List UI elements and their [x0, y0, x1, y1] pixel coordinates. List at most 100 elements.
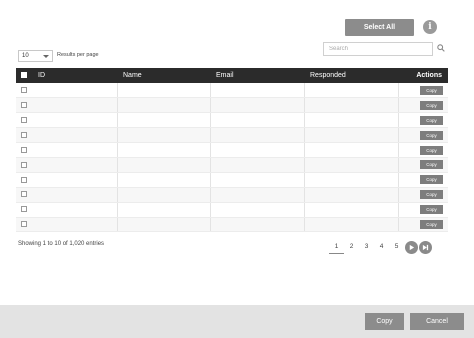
cell-id	[32, 157, 118, 173]
cell-actions: Copy	[398, 217, 448, 233]
table-row: Copy	[16, 202, 448, 218]
cell-actions: Copy	[398, 97, 448, 114]
row-checkbox-cell[interactable]	[16, 127, 32, 144]
cell-name	[117, 83, 211, 99]
cell-actions: Copy	[398, 157, 448, 173]
row-checkbox[interactable]	[21, 221, 27, 228]
page-3[interactable]: 3	[359, 240, 374, 254]
cell-responded	[304, 157, 399, 173]
column-header-id[interactable]: ID	[32, 68, 117, 83]
page-2[interactable]: 2	[344, 240, 359, 254]
cell-id	[32, 202, 118, 218]
data-table: ID Name Email Responded Actions Copy Copy…	[16, 68, 448, 233]
cancel-button[interactable]: Cancel	[410, 313, 464, 330]
pagination: 1 2 3 4 5	[329, 239, 432, 255]
cell-responded	[304, 83, 399, 99]
search-icon[interactable]	[437, 44, 445, 52]
table-row: Copy	[16, 172, 448, 188]
cell-responded	[304, 97, 399, 114]
cell-actions: Copy	[398, 83, 448, 99]
row-checkbox-cell[interactable]	[16, 112, 32, 129]
per-page-value: 10	[22, 53, 29, 59]
row-copy-button[interactable]: Copy	[420, 130, 443, 140]
entries-info: Showing 1 to 10 of 1,020 entries	[18, 241, 105, 247]
row-copy-button[interactable]: Copy	[420, 175, 443, 185]
cell-responded	[304, 187, 399, 203]
last-page-icon[interactable]	[419, 240, 432, 254]
row-checkbox[interactable]	[21, 191, 27, 198]
row-checkbox-cell[interactable]	[16, 217, 32, 233]
row-checkbox-cell[interactable]	[16, 97, 32, 114]
row-checkbox[interactable]	[21, 116, 27, 123]
row-copy-button[interactable]: Copy	[420, 85, 443, 95]
results-per-page-select[interactable]: 10	[18, 50, 53, 62]
table-row: Copy	[16, 97, 448, 114]
cell-email	[210, 157, 305, 173]
row-copy-button[interactable]: Copy	[420, 190, 443, 200]
row-checkbox[interactable]	[21, 131, 27, 138]
cell-responded	[304, 142, 399, 158]
table-row: Copy	[16, 217, 448, 233]
cell-responded	[304, 127, 399, 144]
table-row: Copy	[16, 187, 448, 203]
select-all-button[interactable]: Select All	[345, 19, 414, 36]
cell-email	[210, 217, 305, 233]
table-row: Copy	[16, 112, 448, 129]
cell-id	[32, 112, 118, 129]
cell-actions: Copy	[398, 112, 448, 129]
page-1[interactable]: 1	[329, 240, 344, 254]
cell-actions: Copy	[398, 202, 448, 218]
row-checkbox[interactable]	[21, 206, 27, 213]
cell-id	[32, 142, 118, 158]
next-page-icon[interactable]	[405, 240, 418, 254]
chevron-down-icon	[43, 55, 49, 58]
page-4[interactable]: 4	[374, 240, 389, 254]
row-checkbox-cell[interactable]	[16, 142, 32, 158]
table-row: Copy	[16, 142, 448, 158]
cell-email	[210, 172, 305, 188]
row-checkbox-cell[interactable]	[16, 202, 32, 218]
row-checkbox[interactable]	[21, 161, 27, 168]
row-checkbox[interactable]	[21, 146, 27, 153]
row-copy-button[interactable]: Copy	[420, 160, 443, 170]
page-5[interactable]: 5	[389, 240, 404, 254]
column-header-name[interactable]: Name	[117, 68, 210, 83]
table-row: Copy	[16, 157, 448, 173]
row-checkbox[interactable]	[21, 102, 27, 109]
copy-button[interactable]: Copy	[365, 313, 404, 330]
cell-name	[117, 127, 211, 144]
column-header-responded[interactable]: Responded	[304, 68, 398, 83]
row-checkbox-cell[interactable]	[16, 157, 32, 173]
row-copy-button[interactable]: Copy	[420, 205, 443, 215]
cell-name	[117, 157, 211, 173]
cell-name	[117, 172, 211, 188]
row-copy-button[interactable]: Copy	[420, 145, 443, 155]
row-checkbox-cell[interactable]	[16, 172, 32, 188]
row-checkbox-cell[interactable]	[16, 187, 32, 203]
table-row: Copy	[16, 127, 448, 144]
row-checkbox[interactable]	[21, 176, 27, 183]
row-copy-button[interactable]: Copy	[420, 115, 443, 125]
cell-actions: Copy	[398, 187, 448, 203]
cell-email	[210, 187, 305, 203]
cell-responded	[304, 112, 399, 129]
search-input[interactable]	[323, 42, 433, 56]
cell-responded	[304, 172, 399, 188]
cell-id	[32, 83, 118, 99]
cell-responded	[304, 217, 399, 233]
row-checkbox[interactable]	[21, 86, 27, 93]
row-checkbox-cell[interactable]	[16, 83, 32, 99]
cell-name	[117, 187, 211, 203]
info-icon[interactable]: i	[423, 20, 437, 34]
cell-id	[32, 127, 118, 144]
table-header-row: ID Name Email Responded Actions	[16, 68, 448, 83]
column-header-email[interactable]: Email	[210, 68, 304, 83]
row-copy-button[interactable]: Copy	[420, 100, 443, 110]
select-all-rows-checkbox[interactable]	[16, 68, 32, 83]
cell-email	[210, 112, 305, 129]
row-copy-button[interactable]: Copy	[420, 219, 443, 229]
cell-name	[117, 217, 211, 233]
cell-name	[117, 142, 211, 158]
cell-email	[210, 97, 305, 114]
cell-email	[210, 202, 305, 218]
